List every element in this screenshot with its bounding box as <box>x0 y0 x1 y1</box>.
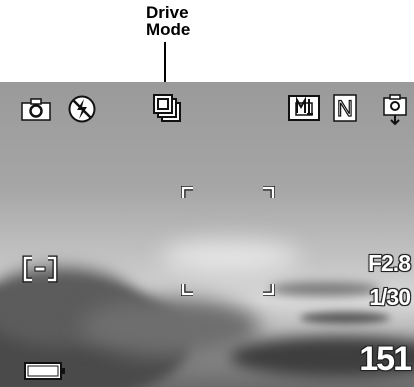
continuous-drive-icon <box>152 92 184 124</box>
aperture-value: F2.8 <box>367 250 411 276</box>
spot-focus-icon <box>22 255 58 283</box>
af-frame-top-left-bracket <box>181 186 195 200</box>
cloud-mass <box>80 297 260 357</box>
shots-remaining-count: 151 <box>359 340 412 378</box>
shutter-speed-value: 1/30 <box>369 284 411 310</box>
battery-icon <box>22 360 66 382</box>
cloud-streak <box>270 282 380 296</box>
flash-off-icon <box>67 94 97 124</box>
af-frame-bottom-left-bracket <box>181 282 195 296</box>
camera-icon <box>20 96 52 122</box>
af-lock-icon <box>382 94 408 126</box>
sky-glow <box>160 242 300 272</box>
metering-icon <box>287 94 321 122</box>
camera-lcd-viewfinder: N F2.8 1/30 151 <box>0 82 414 387</box>
af-frame-bottom-right-bracket <box>261 282 275 296</box>
compression-indicator: N <box>333 94 357 122</box>
cloud-streak <box>300 312 390 324</box>
compression-letter: N <box>337 96 353 121</box>
af-frame-top-right-bracket <box>261 186 275 200</box>
drive-mode-callout-label: Drive Mode <box>146 3 191 39</box>
